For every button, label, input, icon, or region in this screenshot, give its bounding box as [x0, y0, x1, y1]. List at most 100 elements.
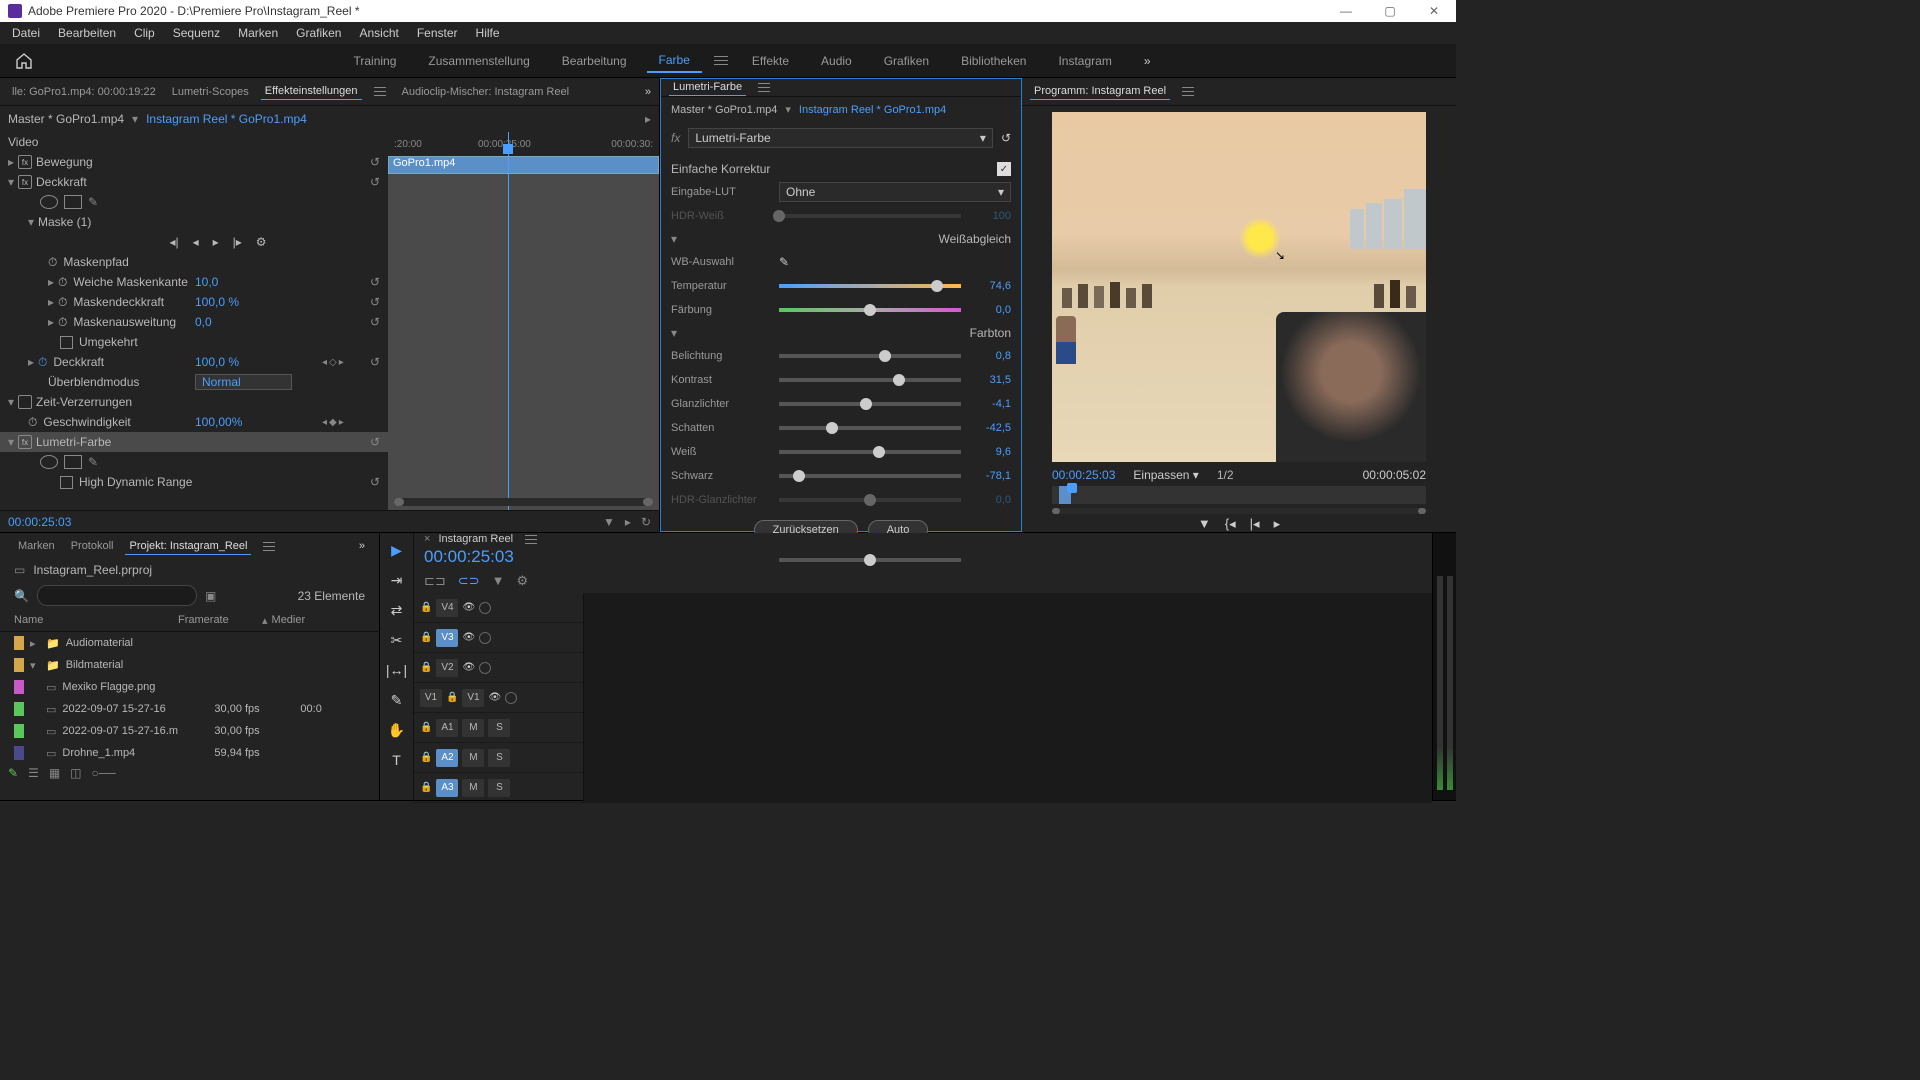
- pen-mask-icon[interactable]: [88, 195, 106, 209]
- goto-in-icon[interactable]: {◂: [1225, 516, 1236, 532]
- temp-slider[interactable]: [779, 284, 961, 288]
- fx-icon[interactable]: [18, 395, 32, 409]
- zoom-level[interactable]: 1/2: [1217, 468, 1234, 482]
- fx-icon[interactable]: fx: [18, 155, 32, 169]
- lock-icon[interactable]: 🔒: [420, 602, 432, 613]
- workspace-menu-icon[interactable]: [714, 56, 728, 65]
- fx-icon[interactable]: fx: [18, 435, 32, 449]
- sequence-clip-link[interactable]: Instagram Reel * GoPro1.mp4: [146, 112, 307, 126]
- ellipse-mask-icon[interactable]: [40, 455, 58, 469]
- marker-icon[interactable]: ▼: [492, 573, 505, 589]
- menu-datei[interactable]: Datei: [4, 24, 48, 42]
- play-icon[interactable]: ▸: [645, 112, 651, 126]
- contrast-value[interactable]: 31,5: [969, 374, 1011, 386]
- panel-menu-icon[interactable]: [1182, 87, 1194, 96]
- chevron-down-icon[interactable]: ▾: [671, 232, 677, 246]
- hand-tool-icon[interactable]: ✋: [386, 719, 408, 741]
- pen-mask-icon[interactable]: [88, 455, 106, 469]
- fx-icon[interactable]: fx: [18, 175, 32, 189]
- mask-step-fwd-icon[interactable]: |▸: [233, 235, 242, 249]
- exposure-slider[interactable]: [779, 354, 961, 358]
- mute-button[interactable]: M: [462, 719, 484, 737]
- contrast-slider[interactable]: [779, 378, 961, 382]
- lock-icon[interactable]: 🔒: [420, 662, 432, 673]
- project-item[interactable]: ▭Drohne_1.mp459,94 fps: [0, 742, 379, 764]
- wb-section-label[interactable]: Weißabgleich: [939, 232, 1011, 246]
- step-back-icon[interactable]: |◂: [1250, 516, 1260, 532]
- highlights-value[interactable]: -4,1: [969, 398, 1011, 410]
- settings-icon[interactable]: ⚙: [516, 573, 528, 589]
- basic-correction-toggle[interactable]: Einfache Korrektur: [671, 162, 770, 176]
- master-clip-label[interactable]: Master * GoPro1.mp4: [8, 112, 124, 126]
- tab-lumetri-farbe[interactable]: Lumetri-Farbe: [669, 79, 746, 96]
- reset-icon[interactable]: ↺: [370, 175, 380, 189]
- shadows-value[interactable]: -42,5: [969, 422, 1011, 434]
- geschw-value[interactable]: 100,00%: [195, 415, 242, 429]
- hdr-checkbox[interactable]: [60, 476, 73, 489]
- mark-in-icon[interactable]: ▼: [1198, 516, 1211, 532]
- minimize-button[interactable]: —: [1324, 0, 1368, 22]
- tab-protokoll[interactable]: Protokoll: [67, 538, 118, 554]
- track-a2-button[interactable]: A2: [436, 749, 458, 767]
- maskenausw-value[interactable]: 0,0: [195, 315, 212, 329]
- ellipse-mask-icon[interactable]: [40, 195, 58, 209]
- sort-icon[interactable]: ▴: [262, 614, 268, 627]
- workspace-zusammenstellung[interactable]: Zusammenstellung: [416, 50, 541, 72]
- prev-keyframe-icon[interactable]: ◂: [322, 417, 327, 428]
- saturation-slider[interactable]: [779, 558, 961, 562]
- reset-icon[interactable]: ↺: [370, 355, 380, 369]
- track-v4-button[interactable]: V4: [436, 599, 458, 617]
- lock-icon[interactable]: 🔒: [420, 722, 432, 733]
- workspace-instagram[interactable]: Instagram: [1046, 50, 1123, 72]
- tab-program[interactable]: Programm: Instagram Reel: [1030, 83, 1170, 100]
- mask-step-back-icon[interactable]: ◂: [193, 235, 199, 249]
- lock-icon[interactable]: 🔒: [420, 632, 432, 643]
- timeline-tracks-area[interactable]: [584, 593, 1432, 803]
- tint-slider[interactable]: [779, 308, 961, 312]
- solo-button[interactable]: S: [488, 779, 510, 797]
- selection-tool-icon[interactable]: ▶: [386, 539, 408, 561]
- geschw-label[interactable]: Geschwindigkeit: [43, 415, 130, 429]
- bin-icon[interactable]: ▭: [14, 563, 25, 577]
- maskendeck-value[interactable]: 100,0 %: [195, 295, 239, 309]
- menu-bearbeiten[interactable]: Bearbeiten: [50, 24, 124, 42]
- add-keyframe-icon[interactable]: ◆: [329, 417, 337, 428]
- zoom-scrollbar[interactable]: [1052, 508, 1426, 514]
- chevron-down-icon[interactable]: ▾: [671, 326, 677, 340]
- project-item[interactable]: ▸📁Audiomaterial: [0, 632, 379, 654]
- workspace-overflow-icon[interactable]: »: [1132, 50, 1163, 72]
- search-input[interactable]: [37, 585, 197, 606]
- track-toggle[interactable]: [479, 662, 491, 674]
- effect-deckkraft[interactable]: Deckkraft: [36, 175, 87, 189]
- play-icon[interactable]: ▸: [625, 515, 631, 529]
- filter-bin-icon[interactable]: ▣: [205, 589, 216, 603]
- deckkraft2-label[interactable]: Deckkraft: [53, 355, 104, 369]
- eye-icon[interactable]: 👁: [462, 662, 475, 673]
- reset-icon[interactable]: ↺: [370, 315, 380, 329]
- workspace-farbe[interactable]: Farbe: [647, 49, 702, 73]
- menu-sequenz[interactable]: Sequenz: [165, 24, 228, 42]
- effect-clip-bar[interactable]: GoPro1.mp4: [388, 156, 659, 174]
- effect-timeline[interactable]: :20:00 00:00:25:00 00:00:30: GoPro1.mp4: [388, 132, 659, 510]
- solo-button[interactable]: S: [488, 719, 510, 737]
- menu-fenster[interactable]: Fenster: [409, 24, 466, 42]
- mask-label[interactable]: Maske (1): [38, 215, 91, 229]
- sequence-name[interactable]: Instagram Reel: [438, 533, 513, 545]
- rect-mask-icon[interactable]: [64, 455, 82, 469]
- slip-tool-icon[interactable]: |↔|: [386, 659, 408, 681]
- reset-icon[interactable]: ↺: [370, 155, 380, 169]
- dropdown-icon[interactable]: ▾: [785, 103, 791, 116]
- tab-source[interactable]: lle: GoPro1.mp4: 00:00:19:22: [8, 84, 160, 100]
- source-v1[interactable]: V1: [420, 689, 442, 707]
- umgekehrt-checkbox[interactable]: [60, 336, 73, 349]
- program-timecode[interactable]: 00:00:25:03: [1052, 468, 1115, 482]
- snap-icon[interactable]: ⊏⊐: [424, 573, 446, 589]
- tab-projekt[interactable]: Projekt: Instagram_Reel: [125, 538, 251, 555]
- type-tool-icon[interactable]: T: [386, 749, 408, 771]
- timeline-timecode[interactable]: 00:00:25:03: [414, 545, 1432, 569]
- menu-ansicht[interactable]: Ansicht: [351, 24, 406, 42]
- ripple-tool-icon[interactable]: ⇄: [386, 599, 408, 621]
- linked-selection-icon[interactable]: ⊂⊃: [458, 573, 480, 589]
- fit-dropdown[interactable]: Einpassen ▾: [1133, 468, 1198, 482]
- mask-prev-keyframe-icon[interactable]: ◂|: [169, 235, 178, 249]
